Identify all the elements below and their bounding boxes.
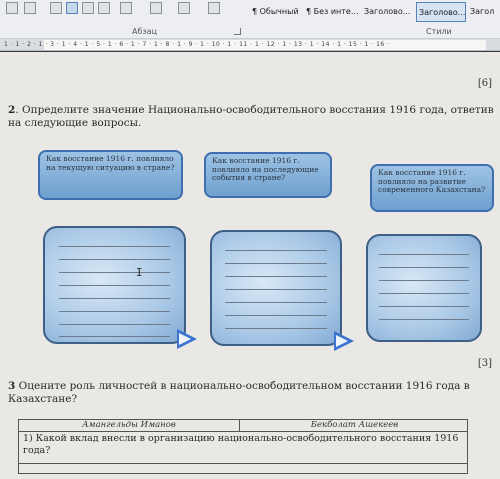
sort-icon[interactable] (208, 2, 220, 14)
bullets-icon[interactable] (6, 2, 18, 14)
answer-box-2[interactable] (210, 230, 342, 346)
answer-box-1[interactable] (43, 226, 186, 344)
answer-line (379, 267, 469, 268)
paragraph-group-label: Абзац (132, 27, 158, 36)
table-header-ashekeev: Бекболат Ашекеев (310, 420, 399, 430)
ruler-numbers: 1 · 1 · 2 · 1 · 3 · 1 · 4 · 1 · 5 · 1 · … (4, 41, 390, 48)
answer-line (58, 272, 171, 273)
answer-line (379, 306, 469, 307)
align-right-icon[interactable] (82, 2, 94, 14)
question-3: 3 Оцените роль личностей в национально-о… (8, 380, 490, 406)
answer-line (224, 302, 328, 303)
answer-line (58, 298, 171, 299)
table-header-divider (19, 431, 467, 432)
answer-line (58, 336, 171, 337)
styles-group-label: Стили (426, 27, 452, 36)
answer-line (58, 246, 171, 247)
horizontal-ruler[interactable]: 1 · 1 · 2 · 1 · 3 · 1 · 4 · 1 · 5 · 1 · … (0, 39, 500, 51)
answer-line (224, 250, 328, 251)
table-header-imanov: Амангельды Иманов (82, 420, 176, 430)
question-box-1: Как восстание 1916 г. повлияло на текущу… (38, 150, 183, 200)
answer-line (224, 315, 328, 316)
answer-line (379, 280, 469, 281)
answer-line (58, 285, 171, 286)
question-2: 2. Определите значение Национально-освоб… (8, 104, 494, 129)
ribbon: ¶ Обычный ¶ Без инте... Заголово... Заго… (0, 0, 500, 44)
borders-icon[interactable] (178, 2, 190, 14)
shading-icon[interactable] (150, 2, 162, 14)
table-row[interactable]: 1) Какой вклад внесли в организацию наци… (23, 433, 463, 457)
style-heading-1[interactable]: Заголово... (364, 2, 412, 22)
score-3: [3] (477, 358, 492, 369)
answer-line (379, 319, 469, 320)
style-title[interactable]: Загол (470, 2, 500, 22)
style-normal[interactable]: ¶ Обычный (252, 2, 302, 22)
personalities-table[interactable]: Амангельды Иманов Бекболат Ашекеев 1) Ка… (18, 419, 468, 474)
line-spacing-icon[interactable] (120, 2, 132, 14)
answer-line (58, 259, 171, 260)
style-heading-2[interactable]: Заголово... (416, 2, 466, 22)
text-cursor-icon: I (136, 266, 143, 279)
paragraph-launcher-icon[interactable] (234, 28, 241, 35)
table-row-divider (19, 463, 467, 464)
answer-line (224, 276, 328, 277)
answer-line (379, 254, 469, 255)
question-2-text: Определите значение Национально-освободи… (8, 104, 494, 129)
style-no-spacing[interactable]: ¶ Без инте... (306, 2, 360, 22)
align-left-icon[interactable] (50, 2, 62, 14)
question-box-2: Как восстание 1916 г. повлияло на послед… (204, 152, 332, 198)
answer-line (58, 311, 171, 312)
justify-icon[interactable] (98, 2, 110, 14)
answer-line (224, 328, 328, 329)
answer-line (379, 293, 469, 294)
answer-line (224, 289, 328, 290)
answer-line (58, 324, 171, 325)
question-3-text: Оцените роль личностей в национально-осв… (8, 380, 470, 405)
answer-line (224, 263, 328, 264)
paragraph-tools (0, 0, 245, 22)
numbering-icon[interactable] (24, 2, 36, 14)
score-6: [6] (477, 78, 492, 89)
document-page[interactable]: [6] 2. Определите значение Национально-о… (0, 52, 500, 479)
align-center-icon[interactable] (66, 2, 78, 14)
question-box-3: Как восстание 1916 г. повлияло на развит… (370, 164, 494, 212)
answer-box-3[interactable] (366, 234, 482, 342)
